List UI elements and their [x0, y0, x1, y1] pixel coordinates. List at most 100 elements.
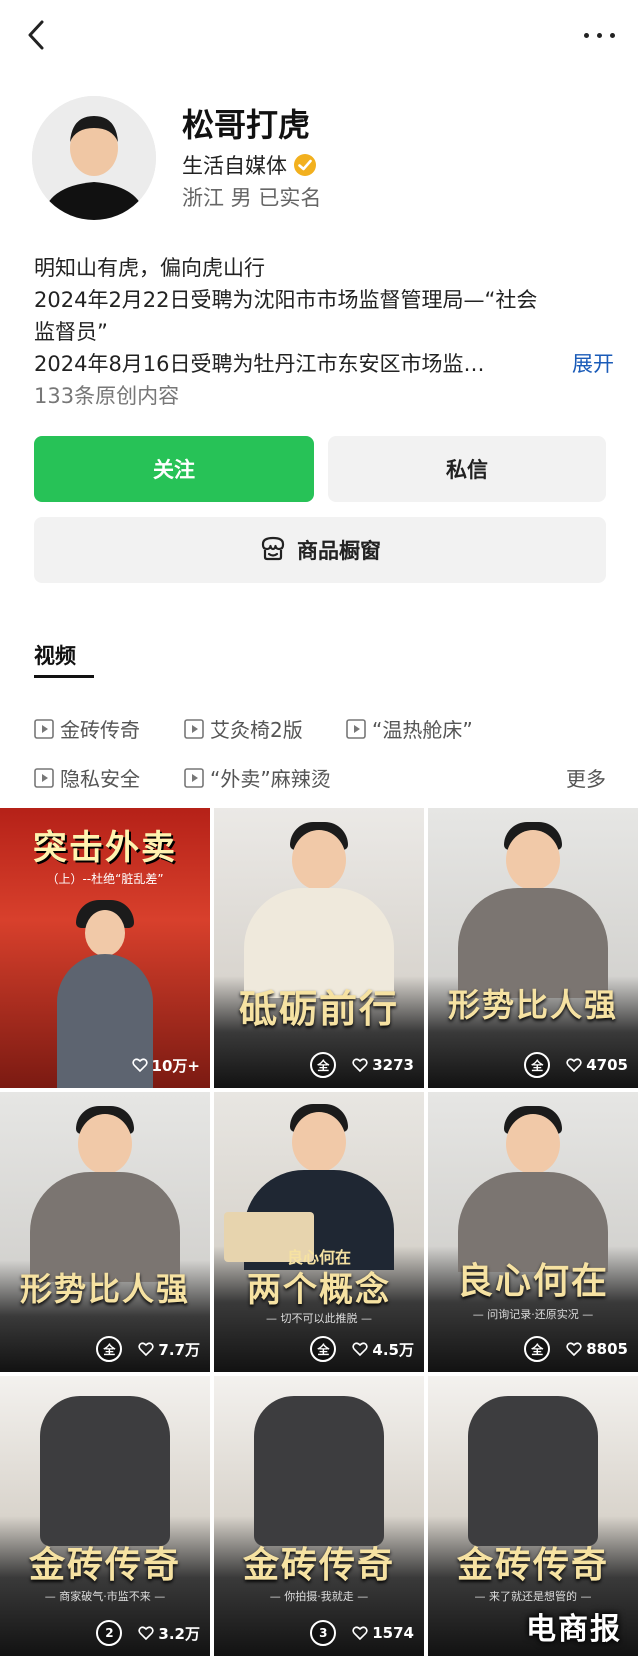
shop-icon — [259, 535, 287, 566]
video-title: 金砖传奇 — [28, 1544, 181, 1586]
bio-line: 监督员” — [34, 320, 108, 344]
avatar[interactable] — [32, 96, 156, 220]
badge-icon: 全 — [96, 1336, 123, 1362]
video-subtitle: — 商家破气·市监不来 — — [44, 1590, 166, 1603]
top-bar — [0, 0, 640, 70]
video-likes: 3273 — [352, 1056, 414, 1074]
video-thumbnail[interactable]: 金砖传奇 — 你拍摄·我就走 — 3 1574 — [214, 1376, 424, 1656]
watermark-logo: 电商报 — [526, 1612, 622, 1647]
play-icon — [346, 718, 366, 739]
video-thumbnail[interactable]: 砥砺前行 全 3273 — [214, 808, 424, 1088]
original-content-count: 133条原创内容 — [34, 384, 180, 408]
shop-window-button[interactable]: 商品橱窗 — [34, 517, 606, 583]
video-title: 形势比人强 — [447, 986, 618, 1024]
collection-chip[interactable]: “外卖”麻辣烫 — [184, 763, 331, 792]
profile-type-label: 生活自媒体 — [182, 154, 287, 178]
profile-type: 生活自媒体 — [182, 150, 317, 180]
tab-video[interactable]: 视频 — [34, 640, 76, 670]
video-likes-count: 8805 — [586, 1340, 628, 1358]
video-likes-count: 7.7万 — [158, 1340, 200, 1359]
badge-icon: 全 — [524, 1336, 551, 1362]
profile-name: 松哥打虎 — [182, 106, 311, 144]
video-subtitle: — 你拍摄·我就走 — — [269, 1590, 369, 1603]
verified-badge-icon — [293, 153, 317, 177]
message-button[interactable]: 私信 — [328, 436, 606, 502]
bio-line: 明知山有虎，偏向虎山行 — [34, 256, 265, 280]
video-subtitle: — 来了就还是想管的 — — [474, 1590, 592, 1603]
video-thumbnail[interactable]: 良心何在 — 问询记录·还原实况 — 全 8805 — [428, 1092, 638, 1372]
badge-icon: 全 — [310, 1336, 337, 1362]
video-likes: 4705 — [566, 1056, 628, 1074]
collection-chip-label: “外卖”麻辣烫 — [210, 767, 331, 791]
video-stats: 10万+ — [0, 1050, 210, 1080]
video-likes-count: 3.2万 — [158, 1624, 200, 1643]
video-title: 砥砺前行 — [238, 986, 399, 1031]
heart-icon — [138, 1626, 155, 1641]
heart-icon — [138, 1342, 155, 1357]
video-title: 良心何在 — [456, 1260, 609, 1302]
video-likes: 4.5万 — [352, 1339, 414, 1360]
heart-icon — [352, 1626, 368, 1641]
back-arrow-icon[interactable] — [22, 18, 52, 52]
video-stats: 全 4705 — [428, 1050, 638, 1080]
video-thumbnail[interactable]: 形势比人强 全 4705 — [428, 808, 638, 1088]
video-likes-count: 3273 — [372, 1056, 414, 1074]
video-likes: 7.7万 — [138, 1339, 200, 1360]
video-title: 两个概念 — [247, 1270, 391, 1310]
heart-icon — [566, 1058, 582, 1073]
bio-line: 2024年2月22日受聘为沈阳市市场监督管理局—“社会 — [34, 288, 538, 312]
video-likes-count: 1574 — [372, 1624, 414, 1642]
play-icon — [184, 767, 204, 788]
video-subtitle: — 切不可以此推脱 — — [266, 1312, 372, 1325]
more-menu-icon[interactable] — [580, 20, 620, 50]
profile-meta: 浙江 男 已实名 — [182, 186, 322, 210]
collection-chip-label: 隐私安全 — [60, 767, 140, 791]
collection-chip[interactable]: “温热舱床” — [346, 714, 473, 743]
video-likes: 8805 — [566, 1340, 628, 1358]
play-icon — [34, 718, 54, 739]
video-thumbnail[interactable]: 突击外卖 （上）--杜绝“脏乱差” 10万+ — [0, 808, 210, 1088]
heart-icon — [352, 1058, 368, 1073]
collection-chip-label: 金砖传奇 — [60, 718, 140, 742]
video-stats: 全 4.5万 — [214, 1334, 424, 1364]
collection-chip[interactable]: 金砖传奇 — [34, 714, 140, 743]
bio-line: 2024年8月16日受聘为牡丹江市东安区市场监… — [34, 352, 485, 376]
collection-chip[interactable]: 艾灸椅2版 — [184, 714, 303, 743]
badge-icon: 2 — [96, 1620, 123, 1646]
video-title: 形势比人强 — [19, 1270, 190, 1308]
collection-chip-label: 艾灸椅2版 — [210, 718, 303, 742]
shop-window-label: 商品橱窗 — [297, 539, 381, 563]
heart-icon — [131, 1058, 148, 1073]
video-stats: 全 8805 — [428, 1334, 638, 1364]
video-likes-count: 10万+ — [151, 1056, 200, 1075]
video-likes-count: 4705 — [586, 1056, 628, 1074]
video-likes: 3.2万 — [138, 1623, 200, 1644]
video-likes-count: 4.5万 — [372, 1340, 414, 1359]
collection-chip[interactable]: 隐私安全 — [34, 763, 140, 792]
video-title: 金砖传奇 — [456, 1544, 609, 1586]
more-collections-link[interactable]: 更多 — [566, 763, 606, 792]
profile-bio: 明知山有虎，偏向虎山行 2024年2月22日受聘为沈阳市市场监督管理局—“社会 … — [34, 252, 614, 380]
heart-icon — [566, 1342, 582, 1357]
video-stats: 2 3.2万 — [0, 1618, 210, 1648]
video-likes: 10万+ — [131, 1055, 200, 1076]
video-stats: 3 1574 — [214, 1618, 424, 1648]
video-thumbnail[interactable]: 良心何在 两个概念 — 切不可以此推脱 — 全 4.5万 — [214, 1092, 424, 1372]
follow-button[interactable]: 关注 — [34, 436, 314, 502]
video-title: 金砖传奇 — [242, 1544, 395, 1586]
video-subtitle: （上）--杜绝“脏乱差” — [46, 872, 164, 886]
badge-icon: 全 — [524, 1052, 551, 1078]
video-title: 突击外卖 — [33, 828, 177, 868]
play-icon — [34, 767, 54, 788]
video-subtitle: — 问询记录·还原实况 — — [472, 1308, 594, 1321]
video-stats: 全 7.7万 — [0, 1334, 210, 1364]
tab-active-indicator — [34, 675, 94, 678]
video-thumbnail[interactable]: 形势比人强 全 7.7万 — [0, 1092, 210, 1372]
video-stats: 全 3273 — [214, 1050, 424, 1080]
badge-icon: 3 — [310, 1620, 337, 1646]
heart-icon — [352, 1342, 369, 1357]
play-icon — [184, 718, 204, 739]
expand-bio-link[interactable]: 展开 — [572, 348, 614, 380]
video-thumbnail[interactable]: 金砖传奇 — 商家破气·市监不来 — 2 3.2万 — [0, 1376, 210, 1656]
video-likes: 1574 — [352, 1624, 414, 1642]
